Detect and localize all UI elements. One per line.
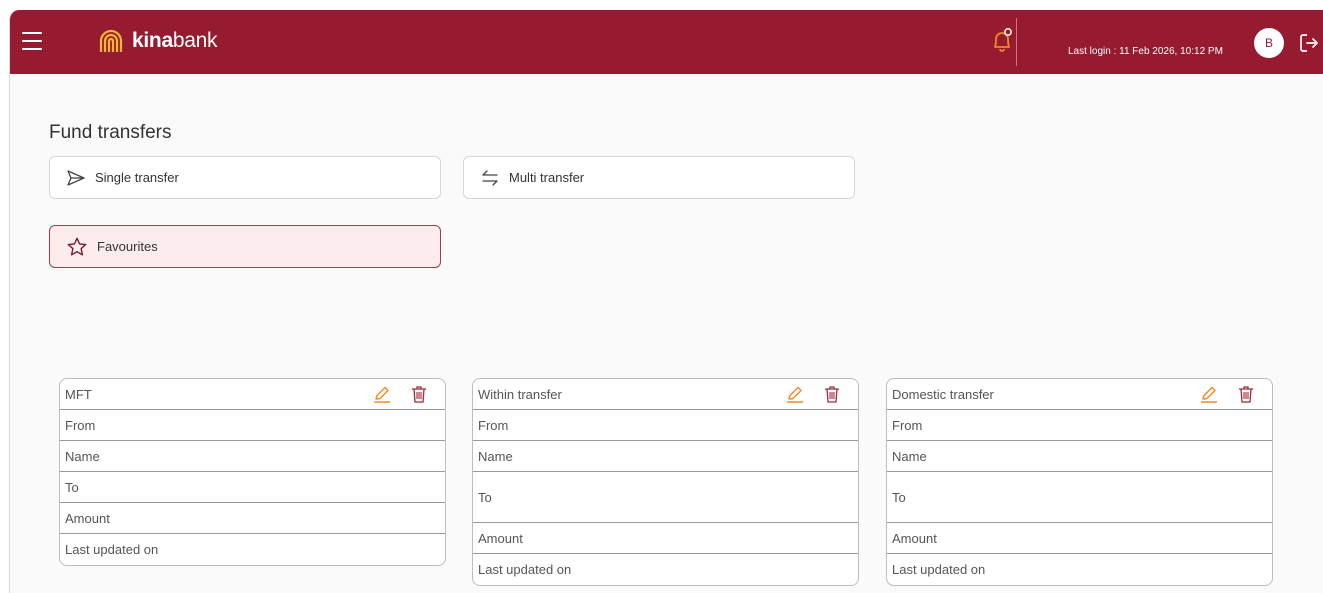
field-amount: Amount [60,503,445,534]
header-divider [1016,18,1017,66]
multi-transfer-label: Multi transfer [509,170,585,185]
field-name: Name [60,441,445,472]
notification-bell-icon[interactable] [990,27,1014,55]
field-from: From [60,410,445,441]
edit-icon[interactable] [786,385,804,403]
app-window: kinabank Last login : 11 Feb 2026, 10:12… [9,10,1323,593]
card-actions [1200,385,1254,403]
field-amount: Amount [887,523,1272,554]
delete-icon[interactable] [411,385,427,403]
field-from: From [473,410,858,441]
last-login-text: Last login : 11 Feb 2026, 10:12 PM [1068,46,1223,57]
kinabank-logo-icon [99,29,123,52]
favourite-card[interactable]: Within transfer From Name To Amount Last… [472,378,859,586]
favourites-button[interactable]: Favourites [49,225,441,268]
card-header: Domestic transfer [887,379,1272,410]
card-header: Within transfer [473,379,858,410]
field-to: To [887,472,1272,523]
main-content: Fund transfers Single transfer Multi tra… [10,74,1323,593]
delete-icon[interactable] [824,385,840,403]
field-amount: Amount [473,523,858,554]
edit-icon[interactable] [1200,385,1218,403]
delete-icon[interactable] [1238,385,1254,403]
card-header: MFT [60,379,445,410]
card-title: Within transfer [478,386,562,402]
favourite-card[interactable]: Domestic transfer From Name To Amount La… [886,378,1273,586]
brand-name: kinabank [132,29,218,52]
single-transfer-button[interactable]: Single transfer [49,156,441,199]
field-last-updated: Last updated on [65,542,159,557]
page-title: Fund transfers [49,122,172,143]
brand-logo[interactable]: kinabank [98,25,217,57]
menu-icon[interactable] [22,32,42,50]
card-title: MFT [65,386,92,402]
field-from: From [887,410,1272,441]
card-actions [786,385,840,403]
avatar[interactable]: B [1254,28,1284,58]
favourite-card[interactable]: MFT From Name To Amount Last updated on [59,378,446,566]
card-title: Domestic transfer [892,386,994,402]
field-last-updated: Last updated on [478,562,572,577]
favourites-label: Favourites [97,239,158,254]
single-transfer-label: Single transfer [95,170,179,185]
logout-icon[interactable] [1298,32,1320,54]
star-icon [67,237,87,255]
top-bar: kinabank Last login : 11 Feb 2026, 10:12… [10,10,1323,74]
field-name: Name [887,441,1272,472]
edit-icon[interactable] [373,385,391,403]
field-to: To [473,472,858,523]
field-last-updated: Last updated on [892,562,986,577]
field-to: To [60,472,445,503]
card-actions [373,385,427,403]
send-icon [67,169,85,186]
multi-transfer-button[interactable]: Multi transfer [463,156,855,199]
swap-arrows-icon [482,169,498,186]
field-name: Name [473,441,858,472]
